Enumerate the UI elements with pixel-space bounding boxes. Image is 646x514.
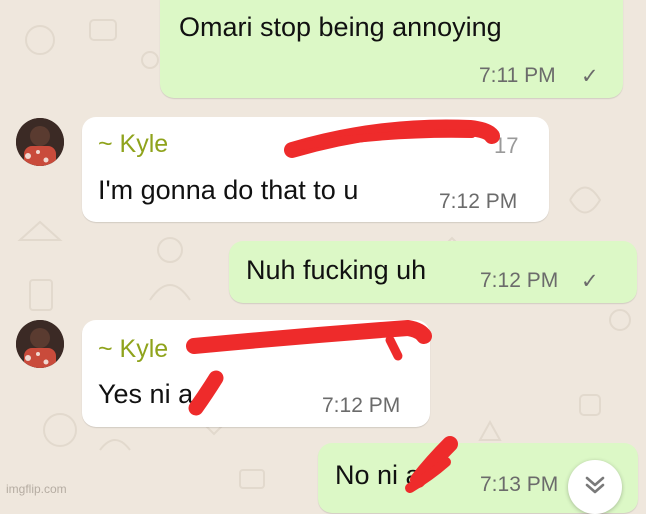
double-chevron-down-icon xyxy=(585,476,605,494)
message-text: Nuh fucking uh xyxy=(246,255,427,285)
message-time: 7:12 PM xyxy=(439,190,518,213)
message-time: 7:12 PM xyxy=(480,269,559,292)
sender-name[interactable]: ~ Kyle xyxy=(98,130,168,159)
scroll-down-button[interactable] xyxy=(568,460,622,514)
outgoing-message[interactable]: Omari stop being annoying 7:11 PM ✓ xyxy=(160,0,623,98)
message-time: 7:12 PM xyxy=(322,394,401,417)
message-text: No ni a xyxy=(335,460,421,490)
check-icon: ✓ xyxy=(581,65,599,88)
message-text: Omari stop being annoying xyxy=(179,12,502,42)
avatar-photo xyxy=(16,320,64,368)
avatar-photo xyxy=(16,118,64,166)
message-text: Yes ni a xyxy=(98,379,194,409)
check-icon: ✓ xyxy=(581,270,599,293)
outgoing-message[interactable]: Nuh fucking uh 7:12 PM ✓ xyxy=(229,241,637,303)
message-time: 7:13 PM xyxy=(480,473,559,496)
message-time: 7:11 PM xyxy=(479,64,556,87)
sender-phone-partial: 17 xyxy=(494,133,519,158)
imgflip-watermark: imgflip.com xyxy=(6,482,67,496)
incoming-message[interactable]: ~ Kyle 17 I'm gonna do that to u 7:12 PM xyxy=(82,117,549,222)
message-text: I'm gonna do that to u xyxy=(98,175,359,205)
avatar[interactable] xyxy=(16,118,64,166)
sender-name[interactable]: ~ Kyle xyxy=(98,335,168,364)
incoming-message[interactable]: ~ Kyle Yes ni a 7:12 PM xyxy=(82,320,430,427)
avatar[interactable] xyxy=(16,320,64,368)
